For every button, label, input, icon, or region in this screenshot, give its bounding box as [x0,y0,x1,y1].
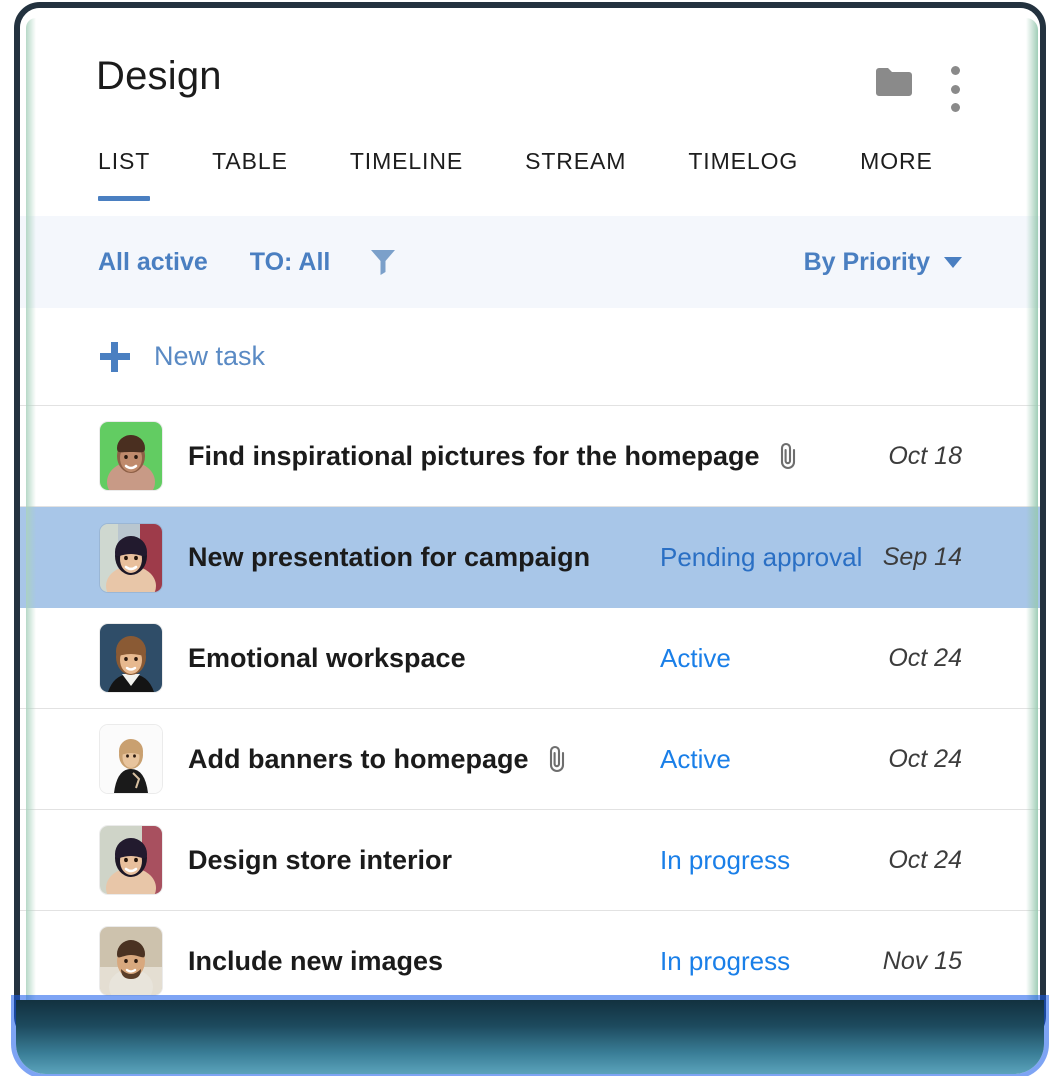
filter-assignee[interactable]: TO: All [250,248,331,277]
status-badge[interactable]: Active [660,643,731,674]
avatar [100,927,162,995]
chevron-down-icon [944,256,962,268]
folder-icon[interactable] [874,66,912,98]
kebab-dot [950,84,960,94]
avatar [100,725,162,793]
app-window: Design LIST TABLE TIMELINE STREAM TIMELO… [20,8,1040,1036]
avatar [100,624,162,692]
plus-icon [100,341,130,372]
status-badge[interactable]: Pending approval [660,542,862,573]
task-title: New presentation for campaign [188,542,591,572]
device-frame: Design LIST TABLE TIMELINE STREAM TIMELO… [14,2,1046,1042]
page-title: Design [96,54,222,98]
task-list: Find inspirational pictures for the home… [20,406,1040,1036]
task-title: Include new images [188,945,444,976]
avatar [100,523,162,592]
task-date: Oct 18 [888,441,962,470]
task-date: Sep 14 [882,543,962,571]
tab-more[interactable]: MORE [860,130,933,175]
tab-table[interactable]: TABLE [212,130,288,175]
status-badge[interactable]: In progress [660,946,790,977]
task-title: Find inspirational pictures for the home… [188,440,760,471]
sort-label: By Priority [803,247,930,276]
kebab-dot [950,66,960,75]
tab-stream[interactable]: STREAM [525,130,626,175]
task-date: Oct 24 [888,845,962,874]
new-task-label: New task [154,341,266,371]
table-row[interactable]: Include new images In progress Nov 15 [20,911,1040,1012]
table-row[interactable]: Emotional workspace Active Oct 24 [20,608,1040,709]
tab-list[interactable]: LIST [98,130,151,201]
task-date: Oct 24 [888,744,962,773]
kebab-menu-icon[interactable] [942,64,968,114]
table-row[interactable]: Add banners to homepage Active Oct 24 [20,709,1040,810]
filter-all-active[interactable]: All active [98,248,208,277]
avatar [100,422,162,490]
table-row[interactable]: Find inspirational pictures for the home… [20,406,1040,507]
new-task-button[interactable]: New task [20,308,1040,406]
task-title: Emotional workspace [188,642,466,673]
sort-dropdown[interactable]: By Priority [804,248,962,277]
task-date: Nov 15 [882,946,962,975]
app-header: Design [20,8,1040,130]
tab-timelog[interactable]: TIMELOG [688,130,798,175]
list-end-spacer [20,1012,1040,1036]
tab-timeline[interactable]: TIMELINE [350,130,463,175]
avatar [100,826,162,894]
task-title: Add banners to homepage [188,743,529,774]
status-badge[interactable]: Active [660,744,731,775]
tab-bar: LIST TABLE TIMELINE STREAM TIMELOG MORE [20,130,1040,216]
task-date: Oct 24 [888,643,962,672]
task-title: Design store interior [188,844,453,875]
filter-bar: All active TO: All By Priority [20,216,1040,308]
status-badge[interactable]: In progress [660,845,790,876]
table-row[interactable]: New presentation for campaign Pending ap… [20,507,1040,608]
attachment-paperclip-icon[interactable] [778,441,800,471]
kebab-dot [950,103,960,112]
filter-funnel-icon[interactable] [370,248,396,276]
attachment-paperclip-icon[interactable] [547,744,569,774]
table-row[interactable]: Design store interior In progress Oct 24 [20,810,1040,911]
